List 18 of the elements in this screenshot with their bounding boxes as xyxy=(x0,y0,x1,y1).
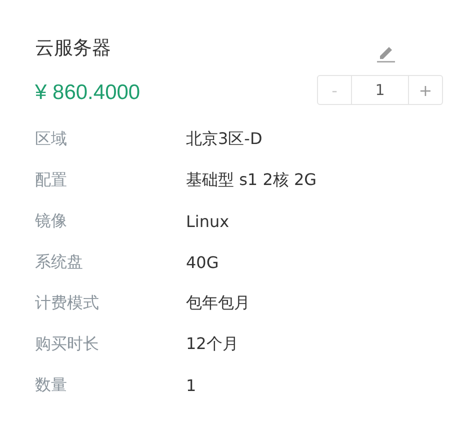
price: ¥ 860.4000 xyxy=(35,81,140,105)
card-title: 云服务器 xyxy=(35,36,112,61)
increase-button[interactable]: + xyxy=(408,75,443,105)
detail-value: Linux xyxy=(186,212,230,231)
detail-value: 基础型 s1 2核 2G xyxy=(186,170,317,191)
detail-label: 镜像 xyxy=(35,211,68,232)
quantity-field[interactable]: 1 xyxy=(352,75,408,105)
detail-label: 购买时长 xyxy=(35,334,100,355)
detail-label: 配置 xyxy=(35,170,68,191)
detail-value: 北京3区-D xyxy=(186,129,262,150)
detail-label: 数量 xyxy=(35,375,68,396)
detail-value: 包年包月 xyxy=(186,293,250,314)
detail-label: 区域 xyxy=(35,129,68,150)
detail-value: 12个月 xyxy=(186,334,238,355)
detail-label: 系统盘 xyxy=(35,252,84,273)
detail-value: 40G xyxy=(186,253,219,272)
detail-label: 计费模式 xyxy=(35,293,100,314)
detail-value: 1 xyxy=(186,376,196,395)
